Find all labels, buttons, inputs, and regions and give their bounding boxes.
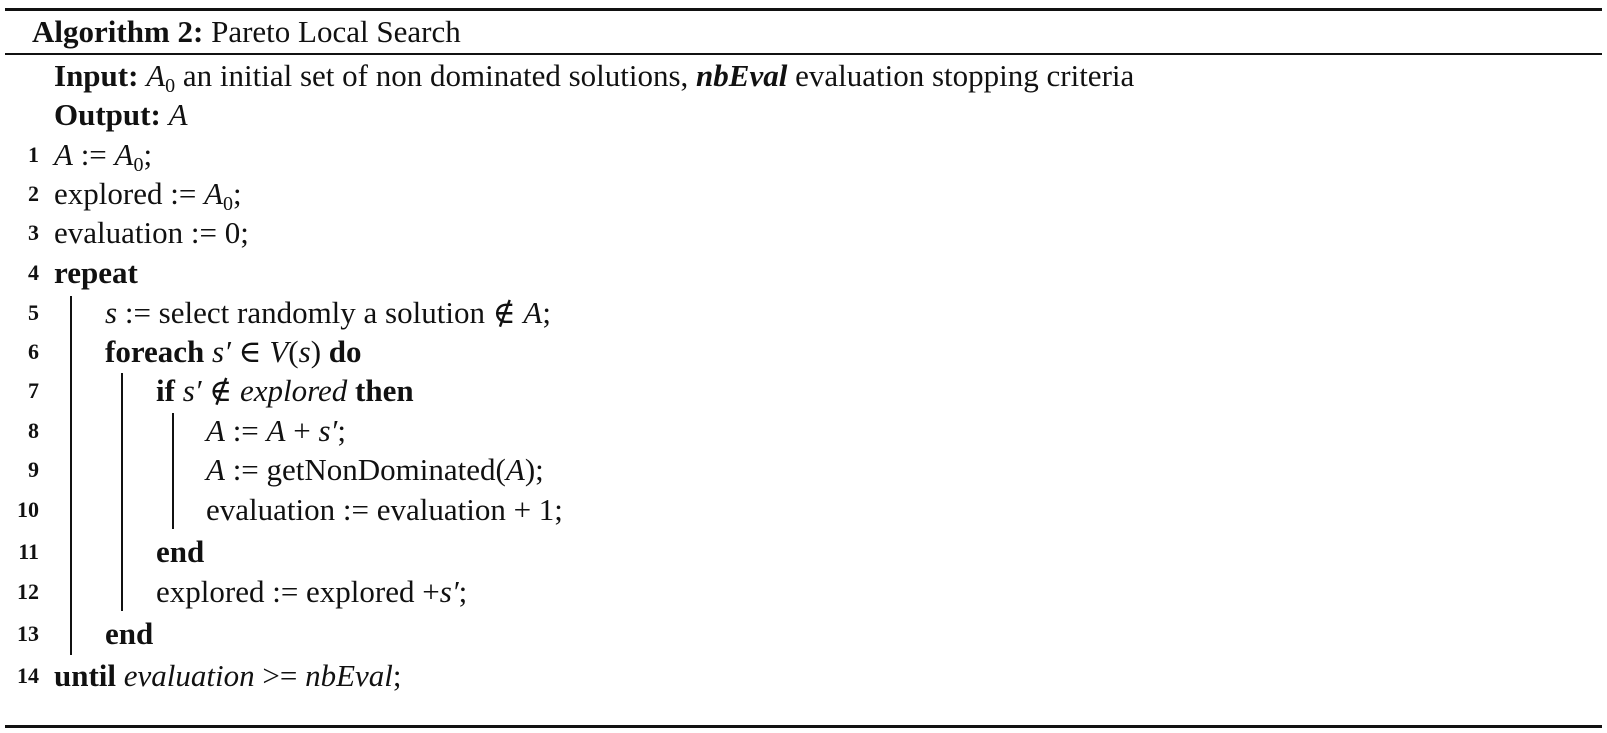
line-number: 8: [28, 418, 39, 443]
code-text: := getNonDominated(: [224, 452, 506, 487]
keyword-then: then: [355, 373, 414, 408]
code-var: A: [206, 452, 225, 487]
line-number: 11: [18, 539, 39, 564]
line-number: 1: [28, 142, 39, 167]
output-value: A: [168, 97, 188, 132]
code-var: s′: [439, 574, 459, 609]
code-var: s: [298, 334, 311, 369]
line-number: 7: [28, 378, 39, 403]
output-label: Output:: [54, 97, 161, 132]
code-var: A: [505, 452, 525, 487]
line-number: 3: [28, 220, 39, 245]
code-text: explored := explored +: [156, 574, 440, 609]
code-text: evaluation := 0;: [54, 215, 249, 250]
keyword-if: if: [156, 373, 175, 408]
input-text-1: an initial set of non dominated solution…: [175, 58, 697, 93]
algorithm-block: Algorithm 2: Pareto Local Search Input: …: [5, 8, 1602, 730]
line-number: 14: [17, 663, 39, 688]
code-text: :=: [72, 137, 115, 172]
code-subscript: 0: [223, 193, 233, 215]
if-block-bar: [172, 413, 174, 529]
code-var: explored: [239, 373, 348, 408]
line-number: 4: [28, 260, 39, 285]
line-number: 12: [17, 579, 39, 604]
code-text: :=: [224, 413, 267, 448]
input-param: nbEval: [696, 58, 788, 93]
keyword-foreach: foreach: [105, 334, 205, 369]
algorithm-caption: Algorithm 2: Pareto Local Search: [32, 11, 461, 53]
code-text: ;: [542, 295, 551, 330]
code-text: ;: [337, 413, 346, 448]
keyword-repeat: repeat: [54, 255, 138, 290]
bottom-rule: [5, 725, 1602, 728]
code-text: ): [310, 334, 329, 369]
code-text: ;: [392, 658, 402, 693]
line-number: 10: [17, 497, 39, 522]
code-var: A: [206, 413, 225, 448]
input-var-subscript: 0: [165, 75, 176, 97]
code-text: evaluation := evaluation + 1;: [206, 492, 563, 527]
code-var: A: [523, 295, 543, 330]
input-text-2: evaluation stopping criteria: [787, 58, 1135, 93]
input-var: A: [146, 58, 166, 93]
code-var: s′: [318, 413, 338, 448]
input-label: Input:: [54, 58, 139, 93]
line-number: 5: [28, 300, 39, 325]
code-text: >=: [254, 658, 306, 693]
keyword-until: until: [54, 658, 117, 693]
code-var: nbEval: [305, 658, 393, 693]
code-text: +: [285, 413, 319, 448]
code-text: ;: [143, 137, 153, 172]
code-text: := select randomly a solution ∉: [117, 295, 524, 330]
code-var: A: [114, 137, 134, 172]
code-var: A: [266, 413, 286, 448]
caption-title: Pareto Local Search: [211, 14, 461, 49]
code-var: A: [54, 137, 73, 172]
caption-label: Algorithm 2:: [32, 14, 204, 49]
code-subscript: 0: [133, 154, 144, 176]
repeat-block-bar: [70, 296, 72, 655]
code-var: evaluation: [123, 658, 255, 693]
keyword-end: end: [105, 616, 154, 651]
code-text: ;: [233, 176, 242, 211]
line-number: 2: [28, 181, 39, 206]
code-var: V: [269, 334, 289, 369]
keyword-do: do: [328, 334, 362, 369]
code-text: );: [524, 452, 544, 487]
line-number: 6: [28, 339, 39, 364]
line-number: 13: [17, 621, 39, 646]
code-text: (: [288, 334, 299, 369]
keyword-end: end: [156, 534, 205, 569]
code-var: A: [204, 176, 223, 211]
caption-rule: [5, 53, 1602, 55]
code-text: s′ ∈: [204, 334, 270, 369]
line-number: 9: [28, 457, 39, 482]
foreach-block-bar: [121, 373, 123, 611]
code-text: s′ ∉: [174, 373, 240, 408]
code-var: s: [105, 295, 118, 330]
code-text: explored :=: [54, 176, 205, 211]
code-text: ;: [458, 574, 468, 609]
